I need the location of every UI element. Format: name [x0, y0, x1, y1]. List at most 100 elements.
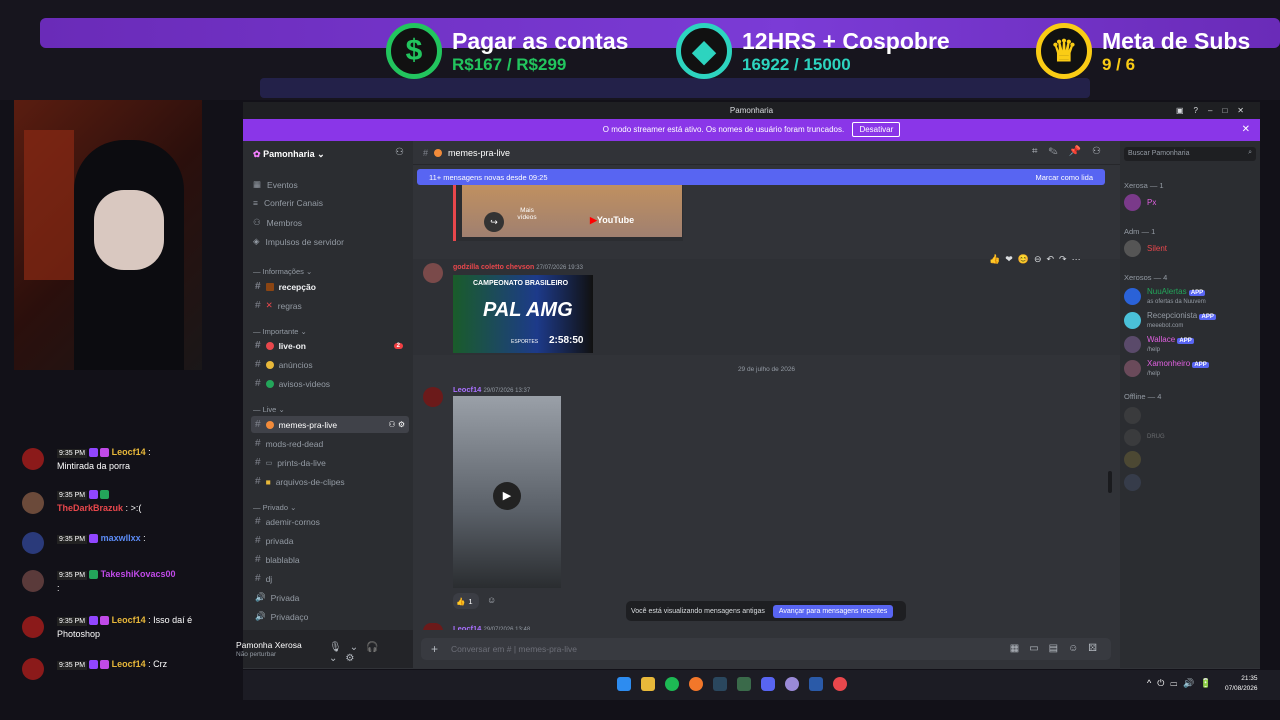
menu-members[interactable]: ⚇ Membros [253, 217, 302, 228]
app-icon[interactable] [785, 677, 799, 691]
category-important[interactable]: — Importante ⌄ [253, 327, 307, 336]
search-input[interactable]: Buscar Pamonharia ⌕ [1124, 147, 1256, 161]
channel-dj[interactable]: # dj [251, 570, 409, 587]
close-icon[interactable]: ✕ [1242, 119, 1250, 141]
add-reaction-icon[interactable]: ☺ [487, 595, 496, 605]
obs-icon[interactable] [833, 677, 847, 691]
window-titlebar: Pamonharia ▣?–□✕ [243, 102, 1260, 119]
channel-avisos[interactable]: # avisos-videos [251, 375, 409, 392]
avatar [1124, 311, 1141, 329]
spotify-icon[interactable] [665, 677, 679, 691]
member-item-offline[interactable] [1124, 449, 1258, 469]
sub-badge-icon [89, 534, 99, 544]
voice-controls[interactable]: 🎙⌄🎧⌄⚙ [329, 642, 413, 664]
channel-mods-red-dead[interactable]: # mods-red-dead [251, 435, 409, 452]
reaction-thumbs-up[interactable]: 👍 1 [453, 593, 479, 609]
search-placeholder: Buscar Pamonharia [1128, 150, 1190, 157]
menu-boosts[interactable]: ◈ Impulsos de servidor [253, 236, 344, 247]
tray-icons[interactable]: ^⏻▭🔊🔋 [1147, 678, 1218, 689]
channel-arquivos[interactable]: # ■ arquivos-de-clipes [251, 473, 409, 490]
category-live[interactable]: — Live ⌄ [253, 405, 285, 414]
group-header: Xerosa — 1 [1124, 181, 1164, 190]
avatar[interactable] [423, 387, 443, 407]
channel-ademir[interactable]: # ademir-cornos [251, 513, 409, 530]
chat-time: 9:35 PM [57, 617, 88, 626]
scrollbar-thumb[interactable] [1108, 471, 1112, 493]
discord-icon[interactable] [761, 677, 775, 691]
app-icon[interactable] [809, 677, 823, 691]
badge-icon [100, 660, 110, 670]
more-videos-label[interactable]: Mais vídeos [512, 207, 542, 221]
emoji-icon [265, 420, 274, 429]
server-header[interactable]: ✿ Pamonharia ⌄ [253, 149, 325, 160]
match-image[interactable]: CAMPEONATO BRASILEIRO PAL AMG ESPORTES 2… [453, 275, 593, 353]
menu-browse-channels[interactable]: ≡ Conferir Canais [253, 198, 323, 208]
voice-icon: 🔊 [255, 592, 266, 602]
member-item[interactable]: Recepcionista APP meeebot.com [1124, 310, 1258, 330]
steam-icon[interactable] [713, 677, 727, 691]
username[interactable]: Pamonha Xerosa [236, 640, 302, 650]
member-item-offline[interactable] [1124, 472, 1258, 492]
crown-icon: ♛ [1036, 23, 1092, 79]
channel-prints[interactable]: # ▭ prints-da-live [251, 454, 409, 471]
youtube-embed[interactable]: ↪ Mais vídeos ▶YouTube [453, 185, 683, 241]
group-header: Xerosos — 4 [1124, 273, 1168, 282]
channel-privada[interactable]: # privada [251, 532, 409, 549]
member-item-offline[interactable] [1124, 405, 1258, 425]
channel-blablabla[interactable]: # blablabla [251, 551, 409, 568]
channel-memes-pra-live[interactable]: # memes-pra-live ⚇ ⚙ [251, 416, 409, 433]
youtube-logo: ▶YouTube [590, 215, 635, 225]
channel-recepcao[interactable]: # recepção [251, 278, 409, 295]
message-author[interactable]: godzilla coletto chevson [453, 264, 534, 271]
channel-live-on[interactable]: # live-on 2 [251, 337, 409, 354]
new-messages-bar[interactable]: 11+ mensagens novas desde 09:25 Marcar c… [417, 169, 1105, 185]
message-actions[interactable]: 👍❤😊⊖↶↷⋯ [989, 254, 1086, 265]
channel-regras[interactable]: # ✕ regras [251, 297, 409, 314]
member-item[interactable]: Xamonheiro APP/help [1124, 358, 1258, 378]
app-badge: APP [1177, 338, 1194, 344]
app-icon[interactable] [737, 677, 751, 691]
folder-icon[interactable] [641, 677, 655, 691]
category-private[interactable]: — Privado ⌄ [253, 503, 296, 512]
member-item[interactable]: Px [1124, 192, 1258, 212]
hash-icon: # [255, 573, 261, 584]
member-item[interactable]: NuuAlertas APP as ofertas da Nuuvem [1124, 286, 1258, 306]
jump-recent-button[interactable]: Avançar para mensagens recentes [772, 604, 894, 618]
app-badge: APP [1192, 362, 1209, 368]
member-item[interactable]: Silent [1124, 238, 1258, 258]
menu-events[interactable]: ▦ Eventos [253, 179, 298, 190]
avatar [1124, 335, 1141, 353]
message-author[interactable]: Leocf14 [453, 385, 481, 394]
sub-badge-icon [89, 490, 99, 500]
firefox-icon[interactable] [689, 677, 703, 691]
plus-icon[interactable]: + [431, 642, 438, 656]
channel-label: Privada [270, 592, 300, 603]
chat-sep: : [148, 615, 151, 625]
mark-read-button[interactable]: Marcar como lida [1035, 173, 1093, 182]
message-input[interactable]: + Conversar em # | memes-pra-live ▦▭▤☺⚄ [421, 638, 1111, 660]
play-icon[interactable]: ▶ [493, 482, 521, 510]
voice-privada[interactable]: 🔊 Privada [251, 589, 409, 606]
window-controls[interactable]: ▣?–□✕ [1176, 102, 1254, 119]
settings-icon[interactable]: ⚇ ⚙ [388, 420, 405, 429]
disable-streamer-button[interactable]: Desativar [852, 122, 901, 137]
header-tools[interactable]: ⌗✎📌⚇ [1032, 146, 1112, 157]
category-info[interactable]: — Informações ⌄ [253, 267, 312, 276]
badge-icon [100, 490, 110, 500]
menu-label: Membros [266, 217, 303, 228]
composer-tools[interactable]: ▦▭▤☺⚄ [1010, 643, 1107, 654]
server-name: Pamonharia [263, 149, 315, 159]
add-member-icon[interactable]: ⚇ [395, 147, 404, 158]
group-header: Adm — 1 [1124, 227, 1156, 236]
channel-anuncios[interactable]: # anúncios [251, 356, 409, 373]
voice-privadaco[interactable]: 🔊 Privadaço [251, 608, 409, 625]
share-icon[interactable]: ↪ [484, 212, 504, 232]
video-attachment[interactable]: ▶ [453, 396, 561, 588]
start-icon[interactable] [617, 677, 631, 691]
member-item-offline[interactable]: DRUG [1124, 427, 1258, 447]
discord-window: Pamonharia ▣?–□✕ O modo streamer está at… [236, 102, 1260, 669]
streamer-mode-bar: O modo streamer está ativo. Os nomes de … [243, 119, 1260, 141]
avatar[interactable] [423, 263, 443, 283]
clock[interactable]: 21:35 07/08/2026 [1225, 674, 1258, 694]
member-item[interactable]: Wallace APP/help [1124, 334, 1258, 354]
